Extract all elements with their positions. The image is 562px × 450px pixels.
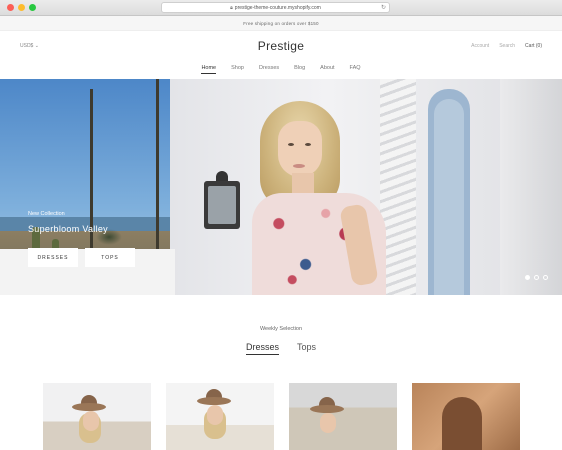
product-card[interactable] <box>166 383 274 450</box>
collection-tabs: Dresses Tops <box>0 342 562 355</box>
hero-buttons: DRESSES TOPS <box>28 248 135 267</box>
wall-lamp-image <box>204 171 240 243</box>
nav-item-blog[interactable]: Blog <box>294 65 305 74</box>
nav-item-about[interactable]: About <box>320 65 334 74</box>
product-grid <box>43 383 520 450</box>
search-link[interactable]: Search <box>499 43 515 49</box>
dresses-button[interactable]: DRESSES <box>28 248 78 267</box>
nav-item-faq[interactable]: FAQ <box>350 65 361 74</box>
hero-eyebrow: New Collection <box>28 211 65 217</box>
hero-model-image <box>246 93 386 295</box>
browser-toolbar: 🔒︎ prestige-theme-couture.myshopify.com … <box>0 0 562 16</box>
window-controls <box>7 4 36 11</box>
address-bar[interactable]: 🔒︎ prestige-theme-couture.myshopify.com … <box>161 2 390 13</box>
lock-icon: 🔒︎ <box>230 4 233 11</box>
hero-caption: New Collection Superbloom Valley DRESSES… <box>28 211 135 267</box>
header-links: Account Search Cart (0) <box>471 43 542 49</box>
browser-window: 🔒︎ prestige-theme-couture.myshopify.com … <box>0 0 562 450</box>
nav-item-dresses[interactable]: Dresses <box>259 65 279 74</box>
section-label: Weekly Selection <box>259 326 303 332</box>
hero-slideshow: New Collection Superbloom Valley DRESSES… <box>0 79 562 295</box>
reload-icon[interactable]: ↻ <box>381 4 386 11</box>
main-nav: Home Shop Dresses Blog About FAQ <box>0 65 562 74</box>
slide-dot-2[interactable] <box>534 275 539 280</box>
site-header: USD$ ⌄ Prestige Account Search Cart (0) … <box>0 31 562 79</box>
blue-door <box>428 89 470 295</box>
slide-dot-3[interactable] <box>543 275 548 280</box>
nav-item-home[interactable]: Home <box>201 65 217 74</box>
announcement-bar: Free shipping on orders over $150 <box>0 16 562 31</box>
account-link[interactable]: Account <box>471 43 489 49</box>
tab-dresses[interactable]: Dresses <box>245 342 279 355</box>
maximize-window-button[interactable] <box>29 4 36 11</box>
nav-item-shop[interactable]: Shop <box>231 65 244 74</box>
slideshow-pagination <box>525 275 548 280</box>
product-card[interactable] <box>289 383 397 450</box>
hero-title: Superbloom Valley <box>28 224 108 234</box>
url-text: prestige-theme-couture.myshopify.com <box>234 4 321 11</box>
slide-dot-1[interactable] <box>525 275 530 280</box>
cart-link[interactable]: Cart (0) <box>525 43 542 49</box>
close-window-button[interactable] <box>7 4 14 11</box>
tab-tops[interactable]: Tops <box>297 342 316 355</box>
hero-wall-right <box>500 79 562 295</box>
palm-tree <box>156 79 159 249</box>
tops-button[interactable]: TOPS <box>85 248 135 267</box>
product-card[interactable] <box>43 383 151 450</box>
minimize-window-button[interactable] <box>18 4 25 11</box>
weekly-selection: Weekly Selection Dresses Tops <box>0 295 562 450</box>
product-card[interactable] <box>412 383 520 450</box>
announcement-text: Free shipping on orders over $150 <box>243 20 319 26</box>
